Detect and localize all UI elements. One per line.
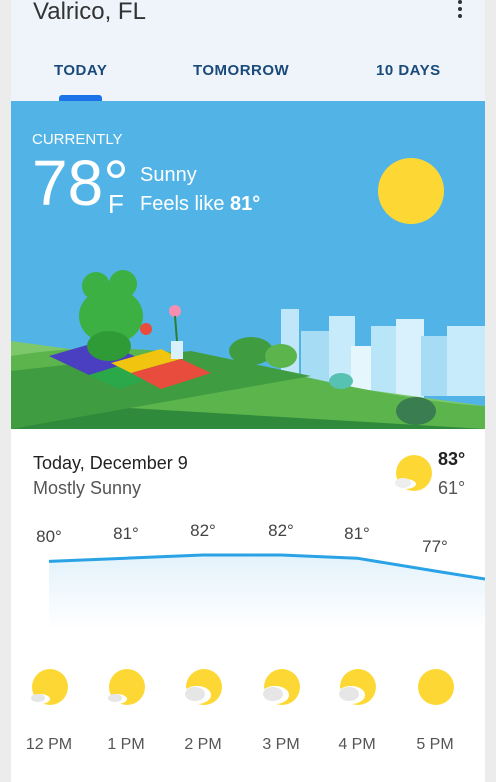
high-temperature: 83° [438,449,466,469]
hourly-temp: 81° [344,524,370,544]
temperature-unit: F [108,189,124,219]
day-condition: Mostly Sunny [33,478,142,498]
partly-cloudy-icon [183,669,223,709]
sunny-icon [378,158,444,224]
location-title: Valrico, FL [33,0,146,25]
hourly-temp: 80° [36,527,62,547]
tab-today[interactable]: TODAY [54,62,107,79]
mostly-sunny-icon [393,455,433,495]
low-temperature: 61° [438,478,466,498]
mostly-sunny-icon [106,669,146,709]
currently-label: CURRENTLY [32,131,123,148]
mostly-sunny-icon [29,669,69,709]
partly-cloudy-icon [337,669,377,709]
hourly-temp: 77° [422,537,448,556]
hourly-time: 5 PM [416,736,454,753]
hourly-time: 12 PM [25,736,73,753]
partly-cloudy-icon [261,669,301,709]
tab-10-days[interactable]: 10 DAYS [376,62,441,79]
hourly-time: 1 PM [107,736,145,753]
day-title: Today, December 9 [33,453,188,473]
weather-card: Valrico, FL TODAY TOMORROW 10 DAYS CURRE… [11,0,485,782]
hourly-temperature-chart [48,553,485,629]
hourly-time: 3 PM [262,736,300,753]
feels-like: Feels like 81° [140,193,260,216]
header: Valrico, FL TODAY TOMORROW 10 DAYS [11,0,485,101]
hourly-temp: 81° [113,524,139,544]
feels-like-value: 81° [230,193,261,215]
hourly-temp: 82° [190,521,216,540]
current-conditions-panel: CURRENTLY 78° F Sunny Feels like 81° [11,101,485,429]
tab-tomorrow[interactable]: TOMORROW [193,62,289,79]
hourly-time: 2 PM [184,736,222,753]
hourly-time: 4 PM [338,736,376,753]
today-forecast: Today, December 9 Mostly Sunny 83° 61° 8… [11,429,485,782]
current-condition: Sunny [140,164,197,186]
temperature-area [49,555,485,629]
feels-like-label: Feels like [140,193,225,215]
hourly-temp: 82° [268,521,294,540]
sunny-icon [415,669,455,709]
more-options-icon[interactable] [457,0,463,20]
